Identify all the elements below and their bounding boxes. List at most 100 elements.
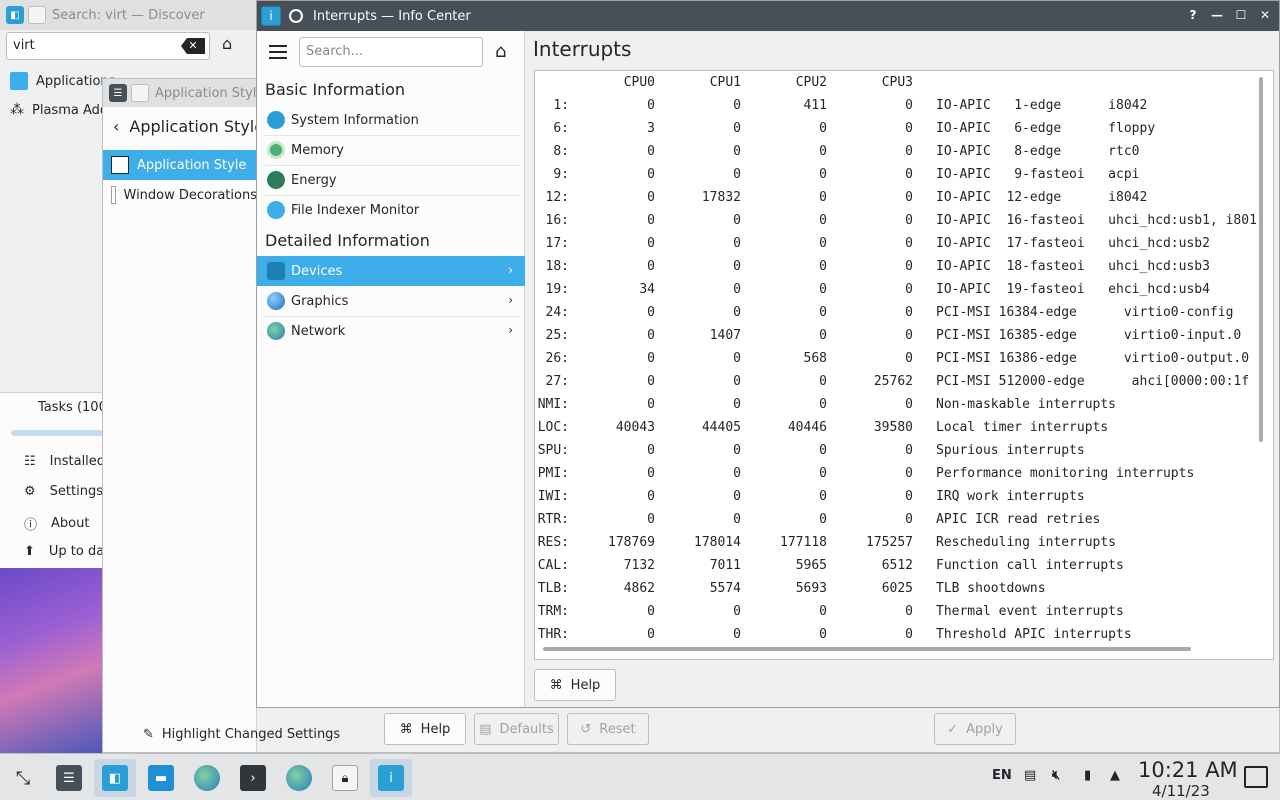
close-icon[interactable]: ✕	[1257, 7, 1273, 23]
taskbar-system-settings[interactable]: ☰	[48, 759, 90, 797]
cpu-count: 6512	[881, 558, 913, 573]
nav-item-devices[interactable]: Devices ›	[257, 256, 525, 286]
devices-icon	[267, 262, 285, 280]
info-center-title: Interrupts — Info Center	[313, 8, 471, 24]
clock-time[interactable]: 10:21 AM	[1138, 758, 1238, 782]
nav-item-graphics[interactable]: Graphics ›	[257, 286, 525, 316]
taskbar-browser-2[interactable]	[278, 759, 320, 797]
show-desktop-icon[interactable]	[1244, 766, 1268, 788]
cpu-count: 0	[905, 466, 913, 481]
cpu-count: 0	[733, 443, 741, 458]
cpu-count: 178014	[694, 535, 741, 550]
horizontal-scrollbar[interactable]	[543, 647, 1191, 651]
taskbar-vault[interactable]: 🔒︎	[324, 759, 366, 797]
table-row: 18: 0 0 0 0 IO-APIC 18-fasteoi uhci_hcd:usb3	[535, 259, 1255, 282]
home-icon[interactable]: ⌂	[222, 34, 232, 53]
table-row: CAL: 7132 7011 5965 6512 Function call interr…	[535, 558, 1255, 581]
irq-label: 19:	[545, 282, 569, 297]
discover-item-applications[interactable]: Applications	[10, 72, 115, 90]
apply-button[interactable]: ✓ Apply	[934, 713, 1016, 745]
discover-titlebar[interactable]: ◧ Search: virt — Discover	[0, 0, 261, 30]
nav-label: Devices	[291, 263, 343, 279]
nav-item-memory[interactable]: Memory	[257, 135, 525, 165]
cpu-count: 0	[733, 167, 741, 182]
application-launcher[interactable]: ⤡	[2, 759, 44, 797]
battery-icon[interactable]: ▮	[1084, 768, 1091, 783]
clipboard-icon[interactable]: ▤	[1024, 768, 1036, 783]
nav-item-file-indexer-monitor[interactable]: File Indexer Monitor	[257, 195, 525, 225]
minimize-icon[interactable]: —	[1209, 7, 1225, 23]
maximize-icon[interactable]: ☐	[1233, 7, 1249, 23]
cpu-count: 0	[819, 282, 827, 297]
cpu-count: 25762	[873, 374, 913, 389]
home-icon[interactable]: ⌂	[495, 41, 506, 62]
irq-label: 27:	[545, 374, 569, 389]
taskbar-terminal[interactable]: ›	[232, 759, 274, 797]
cpu-count: 175257	[866, 535, 913, 550]
tasks-progress-bar	[11, 430, 103, 436]
irq-description: IO-APIC 1-edge i8042	[936, 98, 1148, 113]
cpu-count: 0	[819, 236, 827, 251]
discover-link-about[interactable]: ⓘ About	[24, 514, 89, 533]
nav-item-energy[interactable]: Energy	[257, 165, 525, 195]
table-row: 24: 0 0 0 0 PCI-MSI 16384-edge virtio0-config	[535, 305, 1255, 328]
settings-page-head[interactable]: ‹ Application Style	[113, 117, 264, 136]
taskbar-discover[interactable]: ◧	[94, 759, 136, 797]
pin-icon[interactable]	[289, 9, 303, 23]
system-tray-expand-icon[interactable]: ▲	[1110, 768, 1120, 783]
cpu-count: 0	[905, 351, 913, 366]
reset-button[interactable]: ↺ Reset	[567, 713, 649, 745]
clear-search-icon[interactable]: ✕	[181, 38, 205, 54]
hamburger-menu-icon[interactable]	[269, 45, 287, 63]
info-search-input[interactable]: Search...	[299, 37, 483, 67]
back-chevron-icon[interactable]: ‹	[113, 117, 119, 136]
cpu-count: 1407	[709, 328, 741, 343]
irq-description: PCI-MSI 16386-edge virtio0-output.0	[936, 351, 1250, 366]
cpu-count: 0	[733, 121, 741, 136]
discover-link-installed[interactable]: ☷ Installed	[24, 454, 105, 469]
launcher-icon: ⤡	[15, 767, 31, 789]
taskbar-info-center[interactable]: i	[370, 759, 412, 797]
discover-search-input[interactable]: virt ✕	[6, 32, 210, 60]
highlight-changed-settings-button[interactable]: ✎ Highlight Changed Settings	[143, 727, 340, 742]
nav-item-system-information[interactable]: System Information	[257, 105, 525, 135]
taskbar-browser[interactable]	[186, 759, 228, 797]
irq-label: 6:	[553, 121, 569, 136]
settings-help-button[interactable]: ⌘ Help	[384, 713, 466, 745]
irq-description: Performance monitoring interrupts	[936, 466, 1195, 481]
cpu-count: 0	[905, 627, 913, 642]
defaults-button[interactable]: ▤ Defaults	[474, 713, 559, 745]
update-icon: ⬆	[24, 544, 35, 559]
cpu-count: 0	[647, 604, 655, 619]
pin-icon[interactable]	[131, 84, 149, 102]
table-row: TRM: 0 0 0 0 Thermal event interrupts	[535, 604, 1255, 627]
info-center-titlebar[interactable]: i Interrupts — Info Center ? — ☐ ✕	[257, 1, 1279, 31]
vertical-scrollbar[interactable]	[1259, 77, 1263, 442]
interrupts-table[interactable]: CPU0 CPU1 CPU2 CPU3 1: 0 0 411 0 IO-APIC 1-edge i…	[534, 70, 1274, 660]
sidebar-item-application-style[interactable]: Application Style	[103, 150, 257, 180]
cpu-count: 0	[733, 144, 741, 159]
table-row: LOC: 40043 44405 40446 39580 Local timer inte…	[535, 420, 1255, 443]
sidebar-item-window-decorations[interactable]: Window Decorations	[103, 180, 257, 210]
discover-link-settings[interactable]: ⚙ Settings	[24, 484, 103, 499]
pin-icon[interactable]	[28, 6, 46, 24]
taskbar-file-manager[interactable]: ▬	[140, 759, 182, 797]
info-help-button[interactable]: ⌘ Help	[534, 669, 616, 701]
clock-date[interactable]: 4/11/23	[1152, 782, 1210, 800]
nav-item-network[interactable]: Network ›	[257, 316, 525, 346]
cpu-count: 0	[733, 512, 741, 527]
table-header: CPU0 CPU1 CPU2 CPU3	[535, 75, 1255, 98]
settings-app-icon: ☰	[56, 765, 82, 791]
magnifier-icon	[267, 201, 285, 219]
cpu-count: 0	[819, 466, 827, 481]
cpu-count: 0	[647, 489, 655, 504]
cpu-count: 6025	[881, 581, 913, 596]
irq-description: Spurious interrupts	[936, 443, 1085, 458]
search-value: virt	[13, 38, 35, 53]
cpu-count: 0	[647, 351, 655, 366]
pen-icon: ✎	[143, 727, 154, 742]
volume-muted-icon[interactable]: 🔇︎	[1052, 768, 1060, 783]
keyboard-layout-indicator[interactable]: EN	[992, 768, 1012, 783]
help-icon[interactable]: ?	[1185, 7, 1201, 23]
cpu-count: 0	[647, 328, 655, 343]
